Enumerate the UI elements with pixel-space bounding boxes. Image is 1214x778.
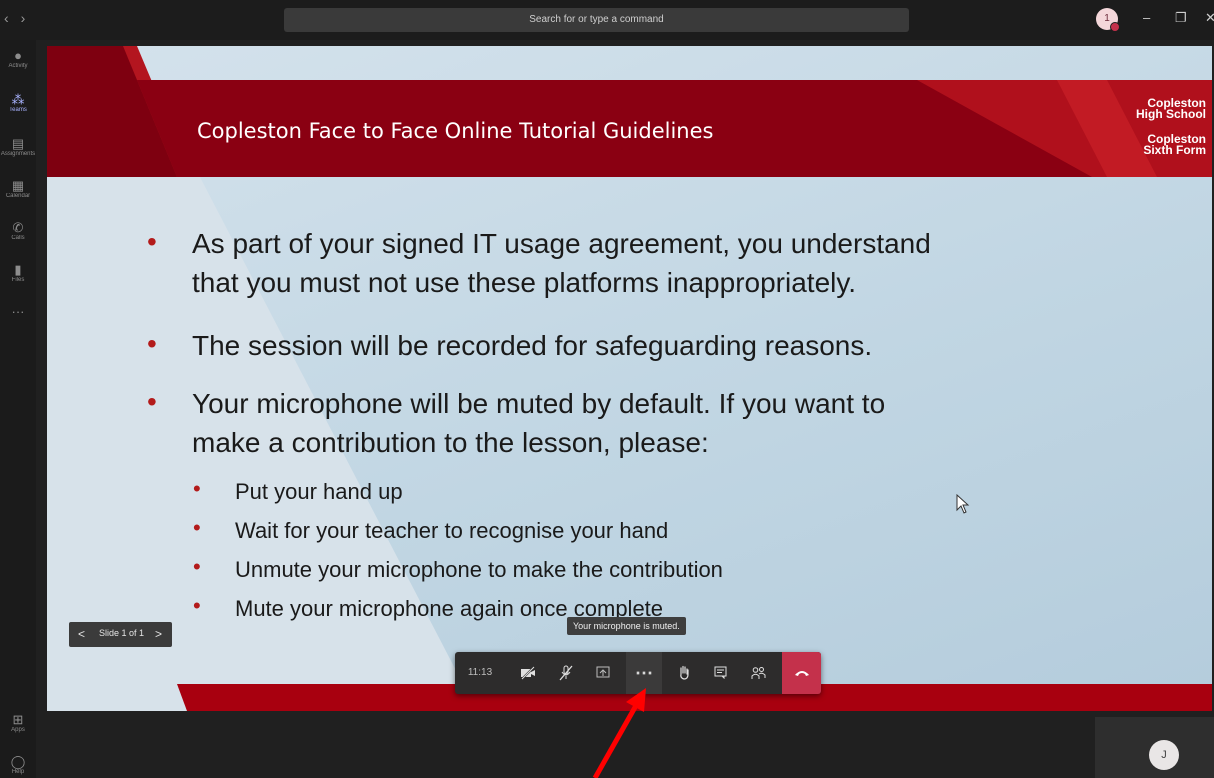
slide-sub-bullet: • Wait for your teacher to recognise you… — [193, 515, 669, 545]
rail-item-activity[interactable]: ● Activity — [0, 48, 36, 69]
user-avatar[interactable]: 1 — [1096, 8, 1120, 32]
phone-icon: ✆ — [12, 220, 24, 235]
bullet-text: Unmute your microphone to make the contr… — [235, 557, 723, 582]
avatar-initial: 1 — [1104, 13, 1110, 24]
bullet-dot: • — [193, 476, 201, 501]
teams-icon: ⁂ — [11, 92, 25, 107]
forward-button[interactable]: › — [21, 10, 38, 26]
rail-item-apps[interactable]: ⊞ Apps — [0, 712, 36, 733]
rail-item-help[interactable]: ◯ Help — [0, 754, 36, 775]
rail-label: Apps — [11, 727, 25, 733]
file-icon: ▮ — [14, 262, 22, 277]
next-slide-button[interactable]: > — [155, 627, 162, 641]
bullet-dot: • — [147, 386, 157, 417]
bullet-text: Put your hand up — [235, 479, 403, 504]
shared-slide: Copleston Face to Face Online Tutorial G… — [47, 46, 1212, 711]
raise-hand-button[interactable] — [667, 652, 701, 694]
logo-text: High School — [1136, 107, 1206, 121]
bullet-text: As part of your signed IT usage agreemen… — [192, 228, 931, 259]
hang-up-button[interactable] — [782, 652, 821, 694]
rail-item-calendar[interactable]: ▦ Calendar — [0, 178, 36, 199]
bullet-dot: • — [193, 515, 201, 540]
call-duration: 11:13 — [467, 667, 493, 678]
bullet-text: Your microphone will be muted by default… — [192, 388, 886, 419]
participants-icon — [751, 667, 765, 679]
microphone-muted-button[interactable] — [549, 652, 583, 694]
self-avatar: J — [1149, 740, 1179, 770]
bullet-dot: • — [147, 328, 157, 359]
bullet-text: The session will be recorded for safegua… — [192, 330, 873, 361]
slide-bullet: • As part of your signed IT usage agreem… — [147, 226, 931, 262]
bullet-dot: • — [193, 593, 201, 618]
slide-bullet: • The session will be recorded for safeg… — [147, 328, 873, 364]
rail-label: Calendar — [5, 193, 31, 199]
back-button[interactable]: ‹ — [4, 10, 21, 26]
share-screen-icon — [596, 666, 610, 678]
mute-tooltip: Your microphone is muted. — [567, 617, 686, 635]
status-dot — [1110, 22, 1120, 32]
rail-label: Files — [11, 277, 25, 283]
bullet-dot: • — [193, 554, 201, 579]
more-icon: ⋯ — [635, 663, 653, 683]
camera-off-button[interactable] — [511, 652, 545, 694]
logo-text: Sixth Form — [1143, 143, 1206, 157]
sixth-form-logo: Copleston Sixth Form — [1143, 133, 1206, 157]
slide-bullet-continued: that you must not use these platforms in… — [192, 265, 856, 301]
apps-icon: ⊞ — [12, 712, 24, 727]
camera-off-icon — [521, 666, 535, 680]
maximize-button[interactable]: ❐ — [1175, 10, 1187, 26]
rail-item-assignments[interactable]: ▤ Assignments — [0, 136, 36, 157]
more-icon: ··· — [11, 304, 25, 319]
slide-title: Copleston Face to Face Online Tutorial G… — [197, 119, 714, 143]
slide-navigator: < Slide 1 of 1 > — [69, 622, 172, 647]
calendar-icon: ▦ — [11, 178, 25, 193]
bullet-dot: • — [147, 226, 157, 257]
hang-up-icon — [794, 671, 809, 676]
minimize-button[interactable]: – — [1143, 10, 1150, 25]
search-input[interactable]: Search for or type a command — [284, 8, 909, 32]
rail-label: Help — [11, 769, 25, 775]
participants-button[interactable] — [741, 652, 775, 694]
slide-sub-bullet: • Unmute your microphone to make the con… — [193, 554, 723, 584]
mouse-cursor — [956, 494, 970, 514]
chat-icon — [714, 666, 726, 680]
slide-counter: Slide 1 of 1 — [99, 628, 145, 638]
app-rail: ● Activity ⁂ Teams ▤ Assignments ▦ Calen… — [0, 40, 36, 778]
bullet-text: that you must not use these platforms in… — [192, 267, 857, 298]
rail-item-more[interactable]: ··· — [0, 304, 36, 319]
bullet-text: Wait for your teacher to recognise your … — [235, 518, 669, 543]
rail-label: Assignments — [0, 151, 36, 157]
slide-sub-bullet: • Put your hand up — [193, 476, 403, 506]
rail-label: Calls — [11, 235, 25, 241]
help-icon: ◯ — [10, 754, 26, 769]
assignments-icon: ▤ — [11, 136, 25, 151]
school-logo: Copleston High School — [1136, 97, 1206, 121]
prev-slide-button[interactable]: < — [78, 627, 85, 641]
more-actions-button[interactable]: ⋯ — [626, 652, 662, 694]
bullet-text: make a contribution to the lesson, pleas… — [192, 427, 709, 458]
bell-icon: ● — [14, 48, 22, 63]
close-button[interactable]: ✕ — [1205, 10, 1214, 26]
microphone-off-icon — [559, 665, 573, 681]
rail-item-teams[interactable]: ⁂ Teams — [0, 92, 36, 113]
slide-bullet-continued: make a contribution to the lesson, pleas… — [192, 425, 709, 461]
rail-item-files[interactable]: ▮ Files — [0, 262, 36, 283]
slide-bullet: • Your microphone will be muted by defau… — [147, 386, 886, 422]
call-control-bar: 11:13 ⋯ — [455, 652, 821, 694]
rail-label: Teams — [9, 107, 27, 113]
rail-item-calls[interactable]: ✆ Calls — [0, 220, 36, 241]
chat-button[interactable] — [703, 652, 737, 694]
history-nav: ‹› — [4, 10, 37, 26]
title-bar: ‹› Search for or type a command 1 – ❐ ✕ — [0, 0, 1214, 40]
share-screen-button[interactable] — [586, 652, 620, 694]
rail-label: Activity — [8, 63, 28, 69]
hand-icon — [680, 665, 689, 680]
